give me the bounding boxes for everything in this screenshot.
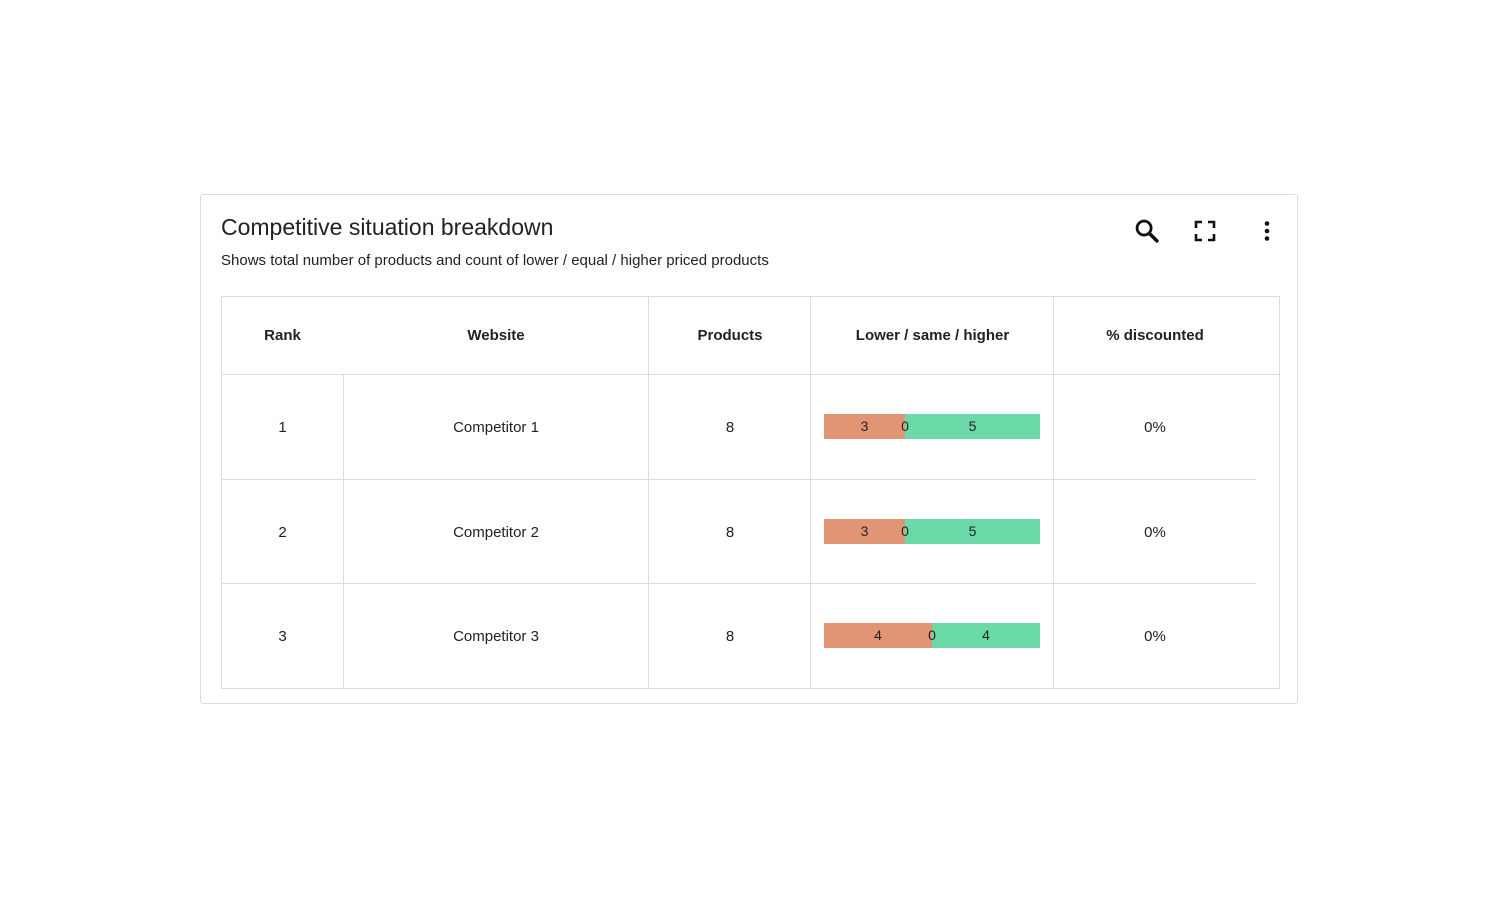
cell-price-breakdown: 4 4 0 [811,584,1054,688]
fullscreen-icon [1194,220,1216,242]
lower-segment-label: 3 [860,522,869,539]
same-segment-label: 0 [901,417,909,434]
cell-products: 8 [725,523,735,541]
header-discounted[interactable]: % discounted [1054,297,1256,374]
price-breakdown-bar[interactable]: 3 5 0 [824,414,1040,439]
cell-website: Competitor 3 [453,627,539,645]
search-button[interactable] [1131,215,1163,247]
cell-website: Competitor 1 [453,418,539,436]
table-header: Rank Website Products Lower / same / hig… [222,297,1279,375]
higher-segment-label: 5 [968,522,977,539]
header-lower-same-higher[interactable]: Lower / same / higher [811,297,1054,374]
cell-rank: 2 [278,523,287,541]
search-icon [1135,219,1159,243]
cell-products: 8 [725,627,735,645]
lower-segment[interactable]: 4 [824,623,932,648]
lower-segment-label: 3 [860,417,869,434]
widget-title: Competitive situation breakdown [221,214,554,240]
competitor-table: Rank Website Products Lower / same / hig… [221,296,1280,689]
header-website[interactable]: Website [343,297,649,374]
higher-segment-label: 5 [968,417,977,434]
higher-segment[interactable]: 4 [932,623,1040,648]
widget-subtitle: Shows total number of products and count… [221,252,769,269]
more-options-button[interactable] [1251,215,1283,247]
cell-discounted: 0% [1144,627,1166,645]
higher-segment[interactable]: 5 [905,414,1040,439]
column-divider [810,297,811,374]
same-segment-label: 0 [928,626,936,643]
higher-segment-label: 4 [982,626,990,643]
cell-products: 8 [725,418,735,436]
lower-segment[interactable]: 3 [824,414,905,439]
header-rank[interactable]: Rank [222,297,343,374]
column-divider [1053,297,1054,374]
lower-segment-label: 4 [874,626,882,643]
competitive-situation-widget: Competitive situation breakdown Shows to… [200,194,1298,704]
price-breakdown-bar[interactable]: 4 4 0 [824,623,1040,648]
more-vert-icon [1264,221,1270,241]
cell-rank: 3 [278,627,287,645]
price-breakdown-bar[interactable]: 3 5 0 [824,519,1040,544]
fullscreen-button[interactable] [1189,215,1221,247]
table-row[interactable]: 2 Competitor 2 8 3 5 0 0% [222,480,1279,584]
higher-segment[interactable]: 5 [905,519,1040,544]
header-products[interactable]: Products [649,297,811,374]
lower-segment[interactable]: 3 [824,519,905,544]
cell-rank: 1 [278,418,287,436]
table-row[interactable]: 1 Competitor 1 8 3 5 0 0% [222,375,1279,479]
cell-price-breakdown: 3 5 0 [811,480,1054,584]
cell-discounted: 0% [1144,523,1166,541]
table-row[interactable]: 3 Competitor 3 8 4 4 0 0% [222,584,1279,688]
column-divider [648,297,649,374]
cell-price-breakdown: 3 5 0 [811,375,1054,479]
same-segment-label: 0 [901,522,909,539]
cell-website: Competitor 2 [453,523,539,541]
cell-discounted: 0% [1144,418,1166,436]
